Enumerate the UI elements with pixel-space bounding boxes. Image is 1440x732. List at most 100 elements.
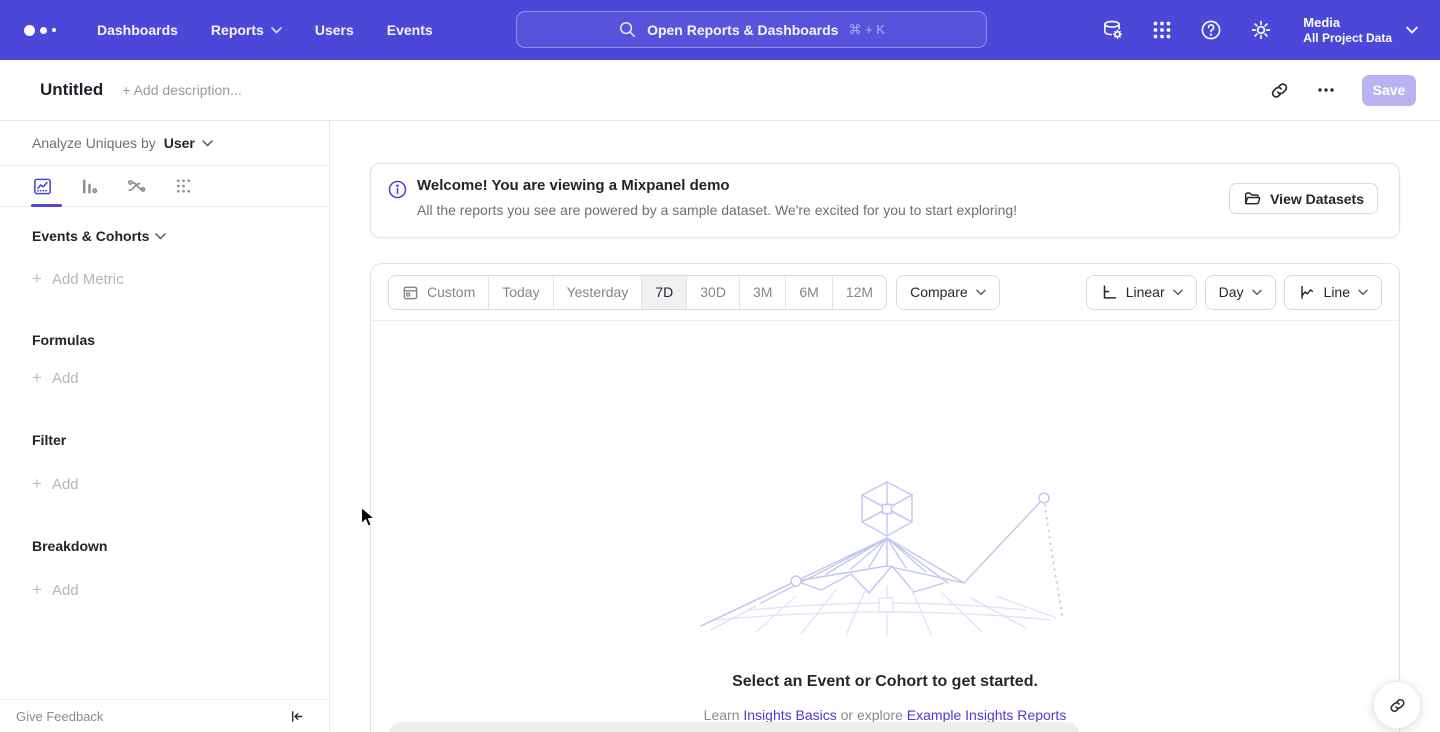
nav-users[interactable]: Users <box>315 22 354 38</box>
report-canvas-card: Custom Today Yesterday 7D 30D 3M 6M 12M … <box>370 263 1400 732</box>
add-breakdown-button[interactable]: + Add <box>0 580 329 600</box>
more-options-icon[interactable] <box>1316 80 1336 100</box>
tab-insights-line[interactable] <box>32 176 53 197</box>
report-title[interactable]: Untitled <box>40 80 103 100</box>
empty-state-subtext: Learn Insights Basics or explore Example… <box>371 707 1399 723</box>
nav-users-label: Users <box>315 22 354 38</box>
add-filter-label: Add <box>52 476 79 493</box>
link-icon <box>1388 696 1407 715</box>
apps-grid-icon[interactable] <box>1151 19 1173 41</box>
next-section-peek <box>388 722 1080 732</box>
sidebar-footer: Give Feedback <box>0 699 329 732</box>
range-7d-label: 7D <box>655 284 673 300</box>
nav-events-label: Events <box>387 22 433 38</box>
chevron-down-icon <box>1252 289 1262 296</box>
view-datasets-label: View Datasets <box>1270 191 1364 207</box>
add-filter-button[interactable]: + Add <box>0 474 329 494</box>
filter-section: Filter <box>0 432 329 448</box>
chevron-down-icon <box>1173 289 1183 296</box>
add-formula-button[interactable]: + Add <box>0 368 329 388</box>
scale-dropdown[interactable]: Linear <box>1086 275 1197 310</box>
nav-dashboards-label: Dashboards <box>97 22 178 38</box>
selected-tab-indicator <box>31 204 62 207</box>
add-metric-label: Add Metric <box>52 271 124 288</box>
settings-gear-icon[interactable] <box>1249 18 1273 42</box>
banner-title: Welcome! You are viewing a Mixpanel demo <box>417 177 730 194</box>
range-today-button[interactable]: Today <box>489 276 553 309</box>
collapse-sidebar-icon[interactable] <box>288 708 305 725</box>
chart-type-tabs <box>0 166 329 207</box>
nav-reports[interactable]: Reports <box>211 22 282 38</box>
view-datasets-button[interactable]: View Datasets <box>1229 183 1378 214</box>
search-shortcut: ⌘ + K <box>848 22 885 38</box>
plus-icon: + <box>32 580 42 600</box>
range-30d-button[interactable]: 30D <box>687 276 740 309</box>
formulas-label: Formulas <box>32 332 95 348</box>
compare-label: Compare <box>910 284 968 300</box>
chart-toolbar: Custom Today Yesterday 7D 30D 3M 6M 12M … <box>371 264 1399 321</box>
range-7d-button[interactable]: 7D <box>642 276 687 309</box>
calendar-icon <box>402 284 419 301</box>
save-button[interactable]: Save <box>1362 75 1416 106</box>
example-reports-link[interactable]: Example Insights Reports <box>907 707 1067 723</box>
breakdown-section: Breakdown <box>0 538 329 554</box>
interval-dropdown[interactable]: Day <box>1205 275 1276 310</box>
nav-dashboards[interactable]: Dashboards <box>97 22 178 38</box>
mixpanel-logo-icon[interactable] <box>24 25 64 36</box>
range-yesterday-label: Yesterday <box>567 284 629 300</box>
range-6m-button[interactable]: 6M <box>786 276 832 309</box>
events-cohorts-section[interactable]: Events & Cohorts <box>0 228 329 244</box>
chart-type-dropdown[interactable]: Line <box>1284 275 1382 310</box>
info-icon <box>387 179 408 205</box>
copy-link-icon[interactable] <box>1269 80 1290 101</box>
add-formula-label: Add <box>52 370 79 387</box>
range-today-label: Today <box>502 284 539 300</box>
data-management-icon[interactable] <box>1100 18 1125 43</box>
compare-dropdown[interactable]: Compare <box>896 275 1000 310</box>
global-search-input[interactable]: Open Reports & Dashboards ⌘ + K <box>516 11 987 48</box>
formulas-section: Formulas <box>0 332 329 348</box>
insights-basics-link[interactable]: Insights Basics <box>743 707 836 723</box>
scale-label: Linear <box>1126 284 1165 300</box>
range-custom-button[interactable]: Custom <box>389 276 489 309</box>
filter-label: Filter <box>32 432 66 448</box>
range-3m-button[interactable]: 3M <box>740 276 786 309</box>
range-yesterday-button[interactable]: Yesterday <box>554 276 643 309</box>
help-icon[interactable] <box>1199 18 1223 42</box>
query-builder-sidebar: Analyze Uniques by User Events & Cohorts <box>0 121 330 732</box>
analyze-value-dropdown[interactable]: User <box>164 135 195 151</box>
project-selector[interactable]: Media All Project Data <box>1303 14 1418 46</box>
nav-reports-label: Reports <box>211 22 264 38</box>
chevron-down-icon <box>202 140 213 147</box>
share-link-fab[interactable] <box>1373 681 1421 729</box>
range-12m-button[interactable]: 12M <box>833 276 886 309</box>
project-name: Media <box>1303 14 1392 31</box>
line-chart-icon <box>1298 283 1316 301</box>
plus-icon: + <box>32 368 42 388</box>
add-breakdown-label: Add <box>52 582 79 599</box>
range-custom-label: Custom <box>427 284 475 300</box>
welcome-banner: Welcome! You are viewing a Mixpanel demo… <box>370 163 1400 238</box>
middle-text: or explore <box>841 707 903 723</box>
date-range-segmented-control: Custom Today Yesterday 7D 30D 3M 6M 12M <box>388 275 887 310</box>
learn-prefix: Learn <box>704 707 740 723</box>
tab-bar-chart[interactable] <box>79 176 100 197</box>
breakdown-label: Breakdown <box>32 538 107 554</box>
chevron-down-icon <box>1406 26 1418 34</box>
tab-metrics-grid[interactable] <box>173 176 194 197</box>
add-metric-button[interactable]: + Add Metric <box>0 269 329 289</box>
events-cohorts-label: Events & Cohorts <box>32 228 149 244</box>
chevron-down-icon <box>155 233 166 240</box>
nav-events[interactable]: Events <box>387 22 433 38</box>
give-feedback-link[interactable]: Give Feedback <box>16 709 103 724</box>
chevron-down-icon <box>271 27 282 34</box>
plus-icon: + <box>32 474 42 494</box>
add-description-field[interactable]: + Add description... <box>122 82 241 98</box>
interval-label: Day <box>1219 284 1244 300</box>
chevron-down-icon <box>1358 289 1368 296</box>
search-placeholder: Open Reports & Dashboards <box>647 22 838 38</box>
empty-state-illustration <box>696 478 1076 638</box>
mixpanel-insights-page: Dashboards Reports Users Events Open Rep… <box>0 0 1440 732</box>
empty-state: Select an Event or Cohort to get started… <box>371 321 1399 732</box>
tab-flow-sankey[interactable] <box>126 176 147 197</box>
